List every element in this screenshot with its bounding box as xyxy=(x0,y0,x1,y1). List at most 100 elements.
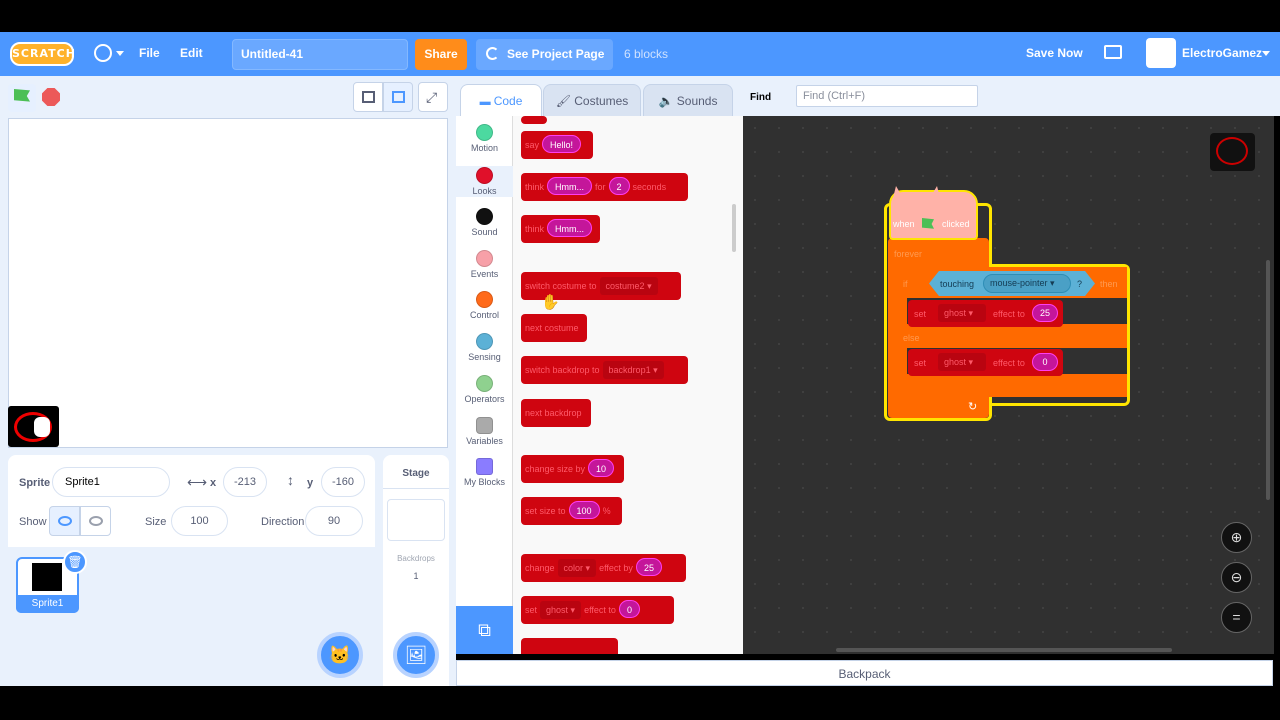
category-label: Variables xyxy=(466,436,503,446)
zoom-reset-button[interactable]: = xyxy=(1221,602,1252,633)
palette-block-change-effect[interactable]: change color ▾ effect by 25 xyxy=(521,554,686,582)
dropdown-value: costume2 xyxy=(605,281,645,291)
show-visible-button[interactable] xyxy=(49,506,80,536)
scratch-logo[interactable]: SCRATCH xyxy=(10,42,75,66)
tab-code[interactable]: ▬ Code xyxy=(460,84,542,116)
add-backdrop-button[interactable]: 🖼 xyxy=(393,632,439,678)
block-dropdown[interactable]: color ▾ xyxy=(557,559,597,577)
block-input[interactable]: 25 xyxy=(635,558,662,576)
project-title-input[interactable]: Untitled-41 xyxy=(232,39,408,70)
category-looks[interactable]: Looks xyxy=(456,166,513,197)
small-stage-button[interactable] xyxy=(353,82,383,112)
block-dropdown[interactable]: backdrop1 ▾ xyxy=(602,361,664,379)
backpack[interactable]: Backpack xyxy=(456,660,1273,686)
block-input[interactable]: 10 xyxy=(588,459,615,477)
block-text: set xyxy=(525,605,538,615)
block-input[interactable]: Hmm... xyxy=(547,219,593,237)
category-events[interactable]: Events xyxy=(456,250,513,279)
palette-block-think[interactable]: think Hmm... xyxy=(521,215,600,243)
touching-dropdown[interactable]: mouse-pointer ▾ xyxy=(983,274,1071,293)
block-dropdown[interactable]: costume2 ▾ xyxy=(599,277,658,295)
size-input[interactable]: 100 xyxy=(171,506,228,536)
y-input[interactable]: -160 xyxy=(321,467,365,497)
save-now-button[interactable]: Save Now xyxy=(1026,46,1083,60)
effect-value: ghost xyxy=(944,308,967,318)
palette-block-switch-backdrop[interactable]: switch backdrop to backdrop1 ▾ xyxy=(521,356,688,384)
block-dropdown[interactable]: ghost ▾ xyxy=(540,601,582,619)
palette-scrollbar[interactable] xyxy=(732,204,736,252)
effect-dropdown[interactable]: ghost ▾ xyxy=(938,304,986,322)
sprite-on-stage[interactable] xyxy=(8,406,59,447)
direction-input[interactable]: 90 xyxy=(305,506,363,536)
category-sound[interactable]: Sound xyxy=(456,208,513,237)
find-input[interactable]: Find (Ctrl+F) xyxy=(796,85,978,107)
stage-canvas[interactable] xyxy=(8,118,448,448)
workspace-scrollbar-horizontal[interactable] xyxy=(836,648,1172,652)
palette-block-set-effect[interactable]: set ghost ▾ effect to 0 xyxy=(521,596,674,624)
block-input[interactable]: 2 xyxy=(608,177,630,195)
username[interactable]: ElectroGamez xyxy=(1182,46,1262,60)
globe-icon[interactable] xyxy=(94,44,112,62)
palette-block-think-for[interactable]: think Hmm... for 2 seconds xyxy=(521,173,688,201)
block-input[interactable]: 0 xyxy=(618,600,640,618)
category-sensing[interactable]: Sensing xyxy=(456,333,513,362)
block-text: switch costume to xyxy=(525,281,597,291)
palette-block-partial[interactable] xyxy=(521,638,618,654)
block-input[interactable]: Hmm... xyxy=(547,177,593,195)
see-project-page-button[interactable]: See Project Page xyxy=(476,39,613,70)
chevron-down-icon[interactable] xyxy=(1262,51,1270,56)
flag-icon xyxy=(14,89,30,102)
share-button[interactable]: Share xyxy=(415,39,467,70)
cat-icon: 🐱 xyxy=(328,645,352,665)
touching-label: touching xyxy=(940,279,975,289)
tab-costumes-label: Costumes xyxy=(574,94,629,108)
stop-button[interactable] xyxy=(42,88,60,106)
block-input[interactable]: Hello! xyxy=(542,135,582,153)
loop-arrow-icon: ↻ xyxy=(968,401,978,413)
category-control[interactable]: Control xyxy=(456,291,513,320)
normal-stage-button[interactable] xyxy=(383,82,413,112)
events-icon xyxy=(476,250,493,267)
file-menu[interactable]: File xyxy=(139,46,160,60)
sprite-name-input[interactable]: Sprite1 xyxy=(52,467,170,497)
zoom-in-button[interactable]: ⊕ xyxy=(1221,522,1252,553)
zoom-out-button[interactable]: ⊖ xyxy=(1221,562,1252,593)
sound-icon xyxy=(476,208,493,225)
edit-menu[interactable]: Edit xyxy=(180,46,203,60)
category-variables[interactable]: Variables xyxy=(456,417,513,446)
category-label: Motion xyxy=(470,143,498,153)
category-operators[interactable]: Operators xyxy=(456,375,513,404)
palette-block-set-size[interactable]: set size to 100% xyxy=(521,497,622,525)
add-extension-button[interactable]: ⧉ xyxy=(456,606,513,654)
stage-header: ⤢ xyxy=(0,76,456,116)
show-hidden-button[interactable] xyxy=(80,506,111,536)
category-motion[interactable]: Motion xyxy=(456,124,513,153)
effect-value-input[interactable]: 25 xyxy=(1032,304,1058,322)
palette-block-say[interactable]: say Hello! xyxy=(521,131,593,159)
category-label: My Blocks xyxy=(463,477,505,487)
green-flag-button[interactable] xyxy=(8,84,36,112)
stage-thumbnail[interactable] xyxy=(387,499,445,541)
touching-value: mouse-pointer xyxy=(990,278,1048,288)
block-input[interactable]: 100 xyxy=(568,501,600,519)
palette-block-next-backdrop[interactable]: next backdrop xyxy=(521,399,591,427)
category-my-blocks[interactable]: My Blocks xyxy=(456,458,513,487)
fullscreen-button[interactable]: ⤢ xyxy=(418,82,448,112)
tab-costumes[interactable]: 🖌 Costumes xyxy=(543,84,641,116)
avatar[interactable] xyxy=(1146,38,1176,68)
palette-block-next-costume[interactable]: next costume xyxy=(521,314,587,342)
tab-sounds[interactable]: 🔈 Sounds xyxy=(643,84,733,116)
block-text: say xyxy=(525,140,540,150)
add-sprite-button[interactable]: 🐱 xyxy=(317,632,363,678)
delete-sprite-button[interactable]: 🗑 xyxy=(63,550,87,574)
sprite-thumbnail-name: Sprite1 xyxy=(16,595,79,613)
folder-icon[interactable] xyxy=(1104,45,1122,59)
effect-value-input[interactable]: 0 xyxy=(1032,353,1058,371)
workspace-scrollbar-vertical[interactable] xyxy=(1266,260,1270,500)
category-label: Control xyxy=(469,310,499,320)
x-input[interactable]: -213 xyxy=(223,467,267,497)
palette-block-partial[interactable] xyxy=(521,116,547,124)
effect-dropdown[interactable]: ghost ▾ xyxy=(938,353,986,371)
palette-block-change-size[interactable]: change size by 10 xyxy=(521,455,624,483)
brush-icon: 🖌 xyxy=(555,94,575,108)
